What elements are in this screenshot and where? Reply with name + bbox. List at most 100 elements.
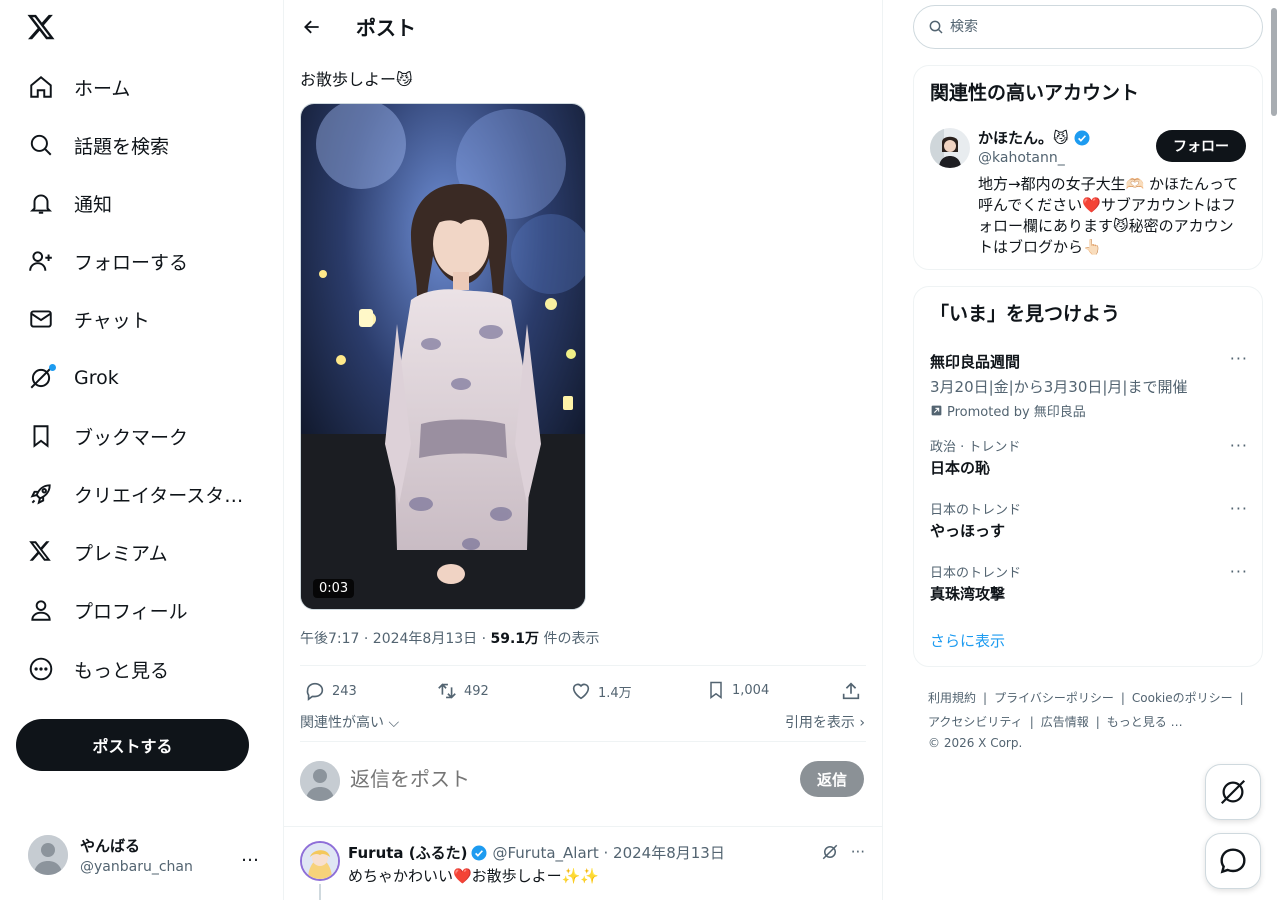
reply-sort[interactable]: 関連性が高い ⌵ <box>300 712 399 732</box>
bookmark-action[interactable]: 1,004 <box>706 680 769 700</box>
more-icon[interactable]: ··· <box>1230 499 1248 518</box>
search-box[interactable] <box>913 5 1263 49</box>
promoted-trend-subtitle: 3月20日|金|から3月30日|月|まで開催 <box>930 378 1188 396</box>
messages-floating-button[interactable] <box>1205 833 1261 889</box>
trend-item[interactable]: 日本のトレンド やっほっす ··· <box>930 499 1248 541</box>
verified-badge-icon <box>1074 130 1090 145</box>
repost-action[interactable]: 492 <box>436 680 489 702</box>
promoted-trend[interactable]: 無印良品週間 3月20日|金|から3月30日|月|まで開催 Promoted b… <box>930 349 1248 420</box>
post-button[interactable]: ポストする <box>16 719 249 771</box>
bell-icon <box>28 190 54 216</box>
search-icon <box>28 132 54 158</box>
promoted-trend-title: 無印良品週間 <box>930 353 1021 371</box>
footer-cookies[interactable]: Cookieのポリシー <box>1132 691 1233 705</box>
page-title: ポスト <box>356 16 416 40</box>
nav-explore[interactable]: 話題を検索 <box>16 120 181 170</box>
footer-accessibility[interactable]: アクセシビリティ <box>928 715 1023 729</box>
back-arrow-icon[interactable] <box>294 9 330 45</box>
avatar[interactable] <box>300 841 340 881</box>
reply-count: 243 <box>332 683 357 699</box>
reply-post[interactable]: Furuta (ふるた) @Furuta_Alart · 2024年8月13日 … <box>284 826 882 900</box>
footer-ads-info[interactable]: 広告情報 <box>1041 715 1089 729</box>
more-icon[interactable]: ··· <box>1230 349 1248 368</box>
notification-dot <box>49 364 56 371</box>
more-circle-icon <box>28 656 54 682</box>
related-account-name-text: かほたん。😼 <box>978 129 1069 147</box>
bookmark-icon <box>710 681 722 699</box>
avatar[interactable] <box>930 128 970 168</box>
related-account-name[interactable]: かほたん。😼 <box>978 127 1091 148</box>
show-more-link[interactable]: さらに表示 <box>930 630 1005 651</box>
reply-author-name[interactable]: Furuta (ふるた) <box>348 842 467 863</box>
nav-grok[interactable]: Grok <box>16 353 131 403</box>
share-action[interactable] <box>840 680 868 702</box>
scrollbar[interactable] <box>1271 8 1277 116</box>
trend-context: 政治 · トレンド <box>930 440 1021 455</box>
reply-action[interactable]: 243 <box>304 680 357 702</box>
mail-icon <box>28 306 54 332</box>
footer-links: 利用規約 | プライバシーポリシー | Cookieのポリシー | アクセシビリティ | 広告情… <box>928 686 1258 752</box>
reply-submit-button[interactable]: 返信 <box>800 761 864 797</box>
grok-icon <box>28 364 56 391</box>
nav-creator-studio[interactable]: クリエイタースタ… <box>16 469 255 519</box>
person-icon <box>28 597 54 623</box>
footer-more[interactable]: もっと見る … <box>1107 715 1183 729</box>
follow-button[interactable]: フォロー <box>1156 130 1246 162</box>
nav-bookmarks[interactable]: ブックマーク <box>16 411 200 461</box>
nav-more[interactable]: もっと見る <box>16 644 181 694</box>
home-icon <box>28 74 54 100</box>
nav-grok-label: Grok <box>74 367 119 389</box>
nav-chat-label: チャット <box>74 309 150 332</box>
nav-home[interactable]: ホーム <box>16 62 142 112</box>
related-account-handle: @kahotann_ <box>978 150 1065 166</box>
post-video[interactable]: 0:03 <box>300 103 586 610</box>
footer-terms[interactable]: 利用規約 <box>928 691 976 705</box>
related-accounts-title: 関連性の高いアカウント <box>930 82 1140 104</box>
promoted-label: Promoted by 無印良品 <box>930 401 1248 420</box>
more-icon[interactable]: ··· <box>1230 562 1248 581</box>
bookmark-icon <box>28 423 54 449</box>
x-logo-icon[interactable] <box>26 12 58 44</box>
bookmark-count: 1,004 <box>732 682 770 698</box>
promoted-by: Promoted by 無印良品 <box>947 405 1086 420</box>
more-icon[interactable]: ··· <box>851 843 865 861</box>
reply-toolbar: ··· <box>821 843 865 861</box>
view-quotes-link[interactable]: 引用を表示 › <box>785 712 865 732</box>
rocket-icon <box>28 481 54 507</box>
chat-bubble-icon <box>1220 848 1246 874</box>
grok-icon <box>1220 779 1246 805</box>
more-icon[interactable]: ··· <box>1230 436 1248 455</box>
reply-sort-label: 関連性が高い <box>300 715 384 731</box>
reply-icon <box>306 682 324 701</box>
trend-title: 日本の恥 <box>930 459 991 477</box>
nav-chat[interactable]: チャット <box>16 294 162 344</box>
search-input[interactable] <box>950 19 1230 35</box>
footer-separator: | <box>1239 691 1244 705</box>
nav-follow-label: フォローする <box>74 251 189 274</box>
nav-follow[interactable]: フォローする <box>16 236 200 286</box>
related-accounts-card: 関連性の高いアカウント かほたん。😼 @kahotann_ フォロー 地方→都内… <box>913 65 1263 270</box>
post-meta: 午後7:17 · 2024年8月13日 · 59.1万 件の表示 <box>300 628 600 648</box>
nav-premium[interactable]: プレミアム <box>16 527 180 577</box>
nav-explore-label: 話題を検索 <box>74 135 170 158</box>
reply-input[interactable] <box>350 767 750 791</box>
post-timestamp[interactable]: 午後7:17 · 2024年8月13日 · <box>300 631 491 647</box>
account-switcher[interactable]: やんばる @yanbaru_chan … <box>16 826 272 884</box>
footer-separator: | <box>1120 691 1125 705</box>
footer-privacy[interactable]: プライバシーポリシー <box>994 691 1114 705</box>
more-icon[interactable]: … <box>241 845 260 866</box>
x-icon <box>28 539 54 565</box>
chevron-down-icon: ⌵ <box>384 715 400 731</box>
like-action[interactable]: 1.4万 <box>570 680 632 702</box>
trend-item[interactable]: 日本のトレンド 真珠湾攻撃 ··· <box>930 562 1248 604</box>
promoted-icon <box>931 405 942 416</box>
trend-title: やっほっす <box>930 522 1006 540</box>
thread-line <box>319 884 321 900</box>
account-handle: @yanbaru_chan <box>80 859 193 875</box>
related-account-bio: 地方→都内の女子大生🫶🏻 かほたんって呼んでください❤️サブアカウントはフォロー… <box>978 175 1239 256</box>
nav-profile[interactable]: プロフィール <box>16 585 200 635</box>
grok-floating-button[interactable] <box>1205 764 1261 820</box>
trend-item[interactable]: 政治 · トレンド 日本の恥 ··· <box>930 436 1248 478</box>
nav-notifications[interactable]: 通知 <box>16 178 124 228</box>
reply-composer: 返信 <box>300 741 866 827</box>
